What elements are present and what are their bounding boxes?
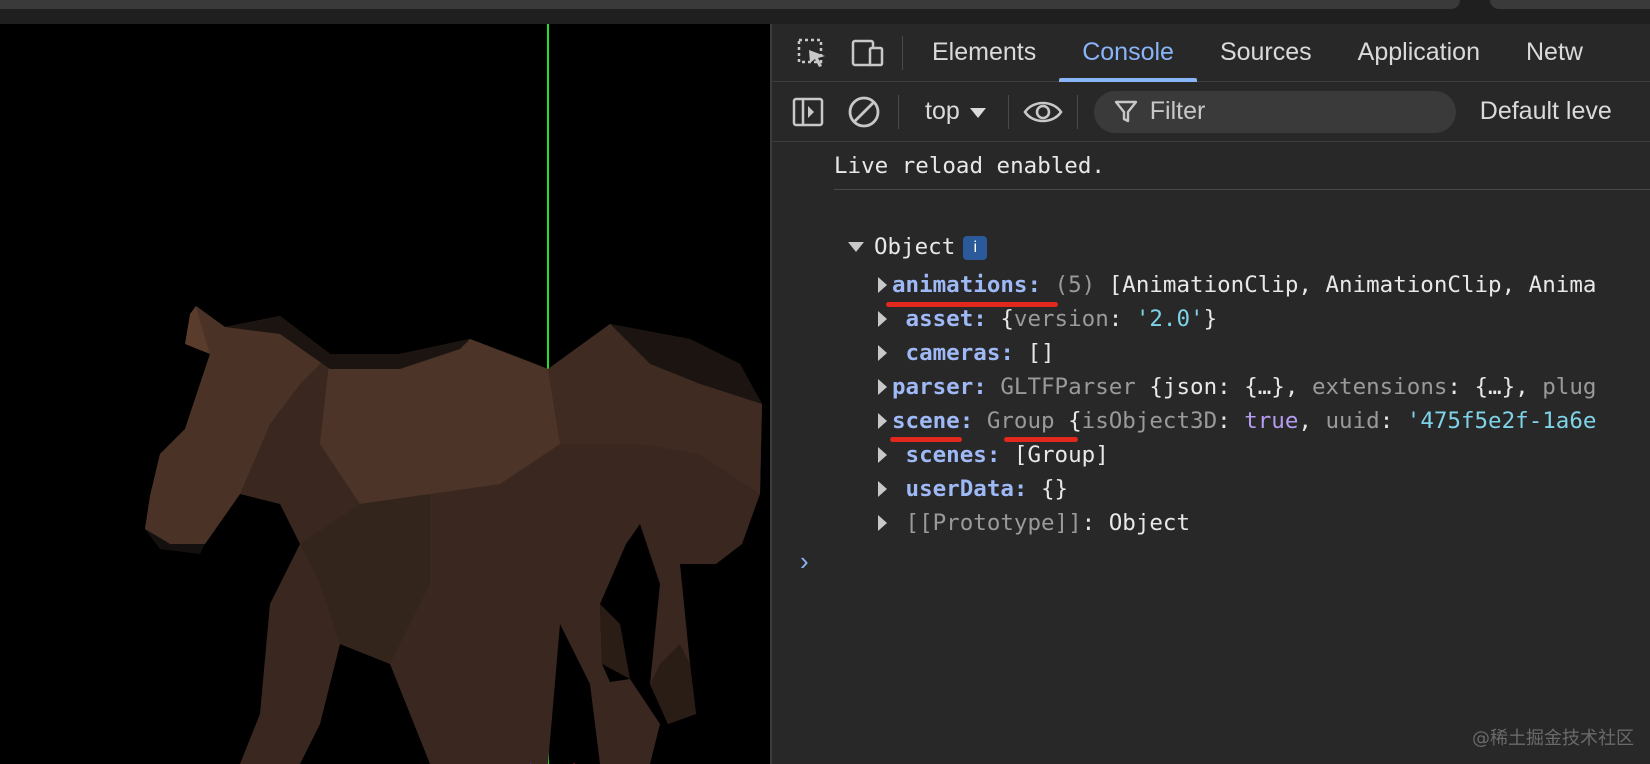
- filter-icon: [1114, 100, 1137, 122]
- property-key: scene: [892, 408, 960, 434]
- property-key: [[Prototype]]: [905, 510, 1082, 536]
- info-badge: i: [963, 236, 988, 260]
- type-name: GLTFParser: [1000, 374, 1136, 400]
- collapsed-triangle-icon: [878, 345, 887, 361]
- property-row-scene[interactable]: scene: Group {isObject3D: true, uuid: '4…: [878, 406, 1596, 436]
- property-sep: :: [1027, 272, 1042, 298]
- brace-open: {: [1068, 408, 1082, 434]
- tab-strip: [0, 0, 1460, 9]
- collapsed-triangle-icon: [878, 447, 887, 463]
- console-toolbar: top Default leve: [772, 82, 1650, 142]
- object-root[interactable]: Object i: [848, 234, 988, 260]
- collapsed-triangle-icon: [878, 413, 887, 429]
- property-row-animations[interactable]: animations: (5) [AnimationClip, Animatio…: [878, 270, 1596, 300]
- property-key: cameras: [905, 340, 1001, 366]
- subsep: ,: [1298, 408, 1326, 434]
- brace-close: }: [1203, 306, 1218, 332]
- property-sep: :: [986, 442, 1001, 468]
- subkey: version: [1013, 306, 1109, 332]
- collapsed-triangle-icon: [878, 515, 887, 531]
- property-value: []: [1027, 340, 1055, 366]
- devtools-panel: Elements Console Sources Application Net…: [770, 24, 1650, 764]
- tab-sources[interactable]: Sources: [1197, 24, 1335, 82]
- property-row-prototype[interactable]: [[Prototype]]: Object: [878, 508, 1190, 538]
- collapsed-triangle-icon: [878, 277, 887, 293]
- console-prompt-chevron-icon[interactable]: ›: [800, 546, 809, 577]
- property-row-scenes[interactable]: scenes: [Group]: [878, 440, 1109, 470]
- property-key: userData: [905, 476, 1014, 502]
- tab-application[interactable]: Application: [1335, 24, 1503, 82]
- horse-model: [145, 306, 762, 764]
- live-expression-eye-icon[interactable]: [1015, 84, 1071, 140]
- property-sep: :: [1000, 340, 1014, 366]
- property-key: parser: [892, 374, 974, 400]
- horse-scene: [145, 24, 762, 764]
- threejs-canvas[interactable]: [0, 24, 768, 764]
- property-sep: :: [973, 374, 987, 400]
- tab-elements[interactable]: Elements: [909, 24, 1059, 82]
- property-value: [AnimationClip, AnimationClip, Anima: [1108, 272, 1597, 298]
- watermark: @稀土掘金技术社区: [1472, 728, 1634, 749]
- collapsed-triangle-icon: [878, 311, 887, 327]
- device-toolbar-icon[interactable]: [840, 25, 896, 81]
- value-part: plug: [1542, 374, 1597, 400]
- chevron-down-icon: [969, 108, 986, 118]
- toolbar-separator: [1007, 94, 1009, 129]
- string-value: '475f5e2f-1a6e: [1406, 408, 1597, 434]
- property-value: Object: [1108, 510, 1191, 536]
- boolean-value: true: [1244, 408, 1299, 434]
- brace-open: {: [1000, 306, 1014, 332]
- tab-network[interactable]: Netw: [1503, 24, 1606, 82]
- inspect-element-icon[interactable]: [784, 25, 840, 81]
- property-key: asset: [905, 306, 974, 332]
- array-count: (5): [1054, 272, 1096, 298]
- toolbar-separator: [1076, 94, 1078, 129]
- sidebar-toggle-icon[interactable]: [780, 84, 836, 140]
- property-key: scenes: [905, 442, 987, 468]
- expand-triangle-icon: [848, 242, 864, 252]
- value-part: {json:: [1149, 374, 1231, 400]
- console-message: Live reload enabled.: [834, 146, 1650, 190]
- type-name: Group: [986, 408, 1055, 434]
- value-part: {…},: [1230, 374, 1312, 400]
- clear-console-icon[interactable]: [836, 84, 892, 140]
- property-value: [Group]: [1013, 442, 1109, 468]
- property-row-userdata[interactable]: userData: {}: [878, 474, 1068, 504]
- log-levels-dropdown[interactable]: Default leve: [1480, 97, 1612, 126]
- property-sep: :: [1081, 510, 1096, 536]
- property-value: {}: [1041, 476, 1069, 502]
- collapsed-triangle-icon: [878, 379, 887, 395]
- object-label: Object: [874, 234, 956, 260]
- filter-box[interactable]: [1093, 90, 1456, 133]
- value-part: : {…},: [1447, 374, 1543, 400]
- tab-console[interactable]: Console: [1059, 24, 1197, 82]
- devtools-tab-bar: Elements Console Sources Application Net…: [772, 24, 1650, 82]
- tab-strip-right: [1490, 0, 1650, 9]
- tab-separator: [902, 35, 903, 70]
- context-label: top: [925, 97, 960, 125]
- property-row-parser[interactable]: parser: GLTFParser {json: {…}, extension…: [878, 372, 1596, 402]
- value-part: extensions: [1311, 374, 1448, 400]
- subsep: :: [1217, 408, 1245, 434]
- browser-top-bar: [0, 0, 1650, 24]
- toolbar-separator: [898, 94, 899, 129]
- property-sep: :: [959, 408, 974, 434]
- subkey: isObject3D: [1081, 408, 1218, 434]
- property-sep: :: [973, 306, 987, 332]
- string-value: '2.0': [1135, 306, 1204, 332]
- collapsed-triangle-icon: [878, 481, 887, 497]
- context-selector[interactable]: top: [905, 97, 1002, 126]
- property-key: animations: [892, 272, 1028, 298]
- subsep: :: [1108, 306, 1123, 332]
- console-output: Live reload enabled. Object i animations:…: [772, 142, 1650, 764]
- subkey: uuid: [1325, 408, 1380, 434]
- filter-input[interactable]: [1149, 97, 1430, 126]
- property-row-cameras[interactable]: cameras: []: [878, 338, 1055, 368]
- property-row-asset[interactable]: asset: {version: '2.0'}: [878, 304, 1217, 334]
- property-sep: :: [1013, 476, 1028, 502]
- subsep: :: [1379, 408, 1407, 434]
